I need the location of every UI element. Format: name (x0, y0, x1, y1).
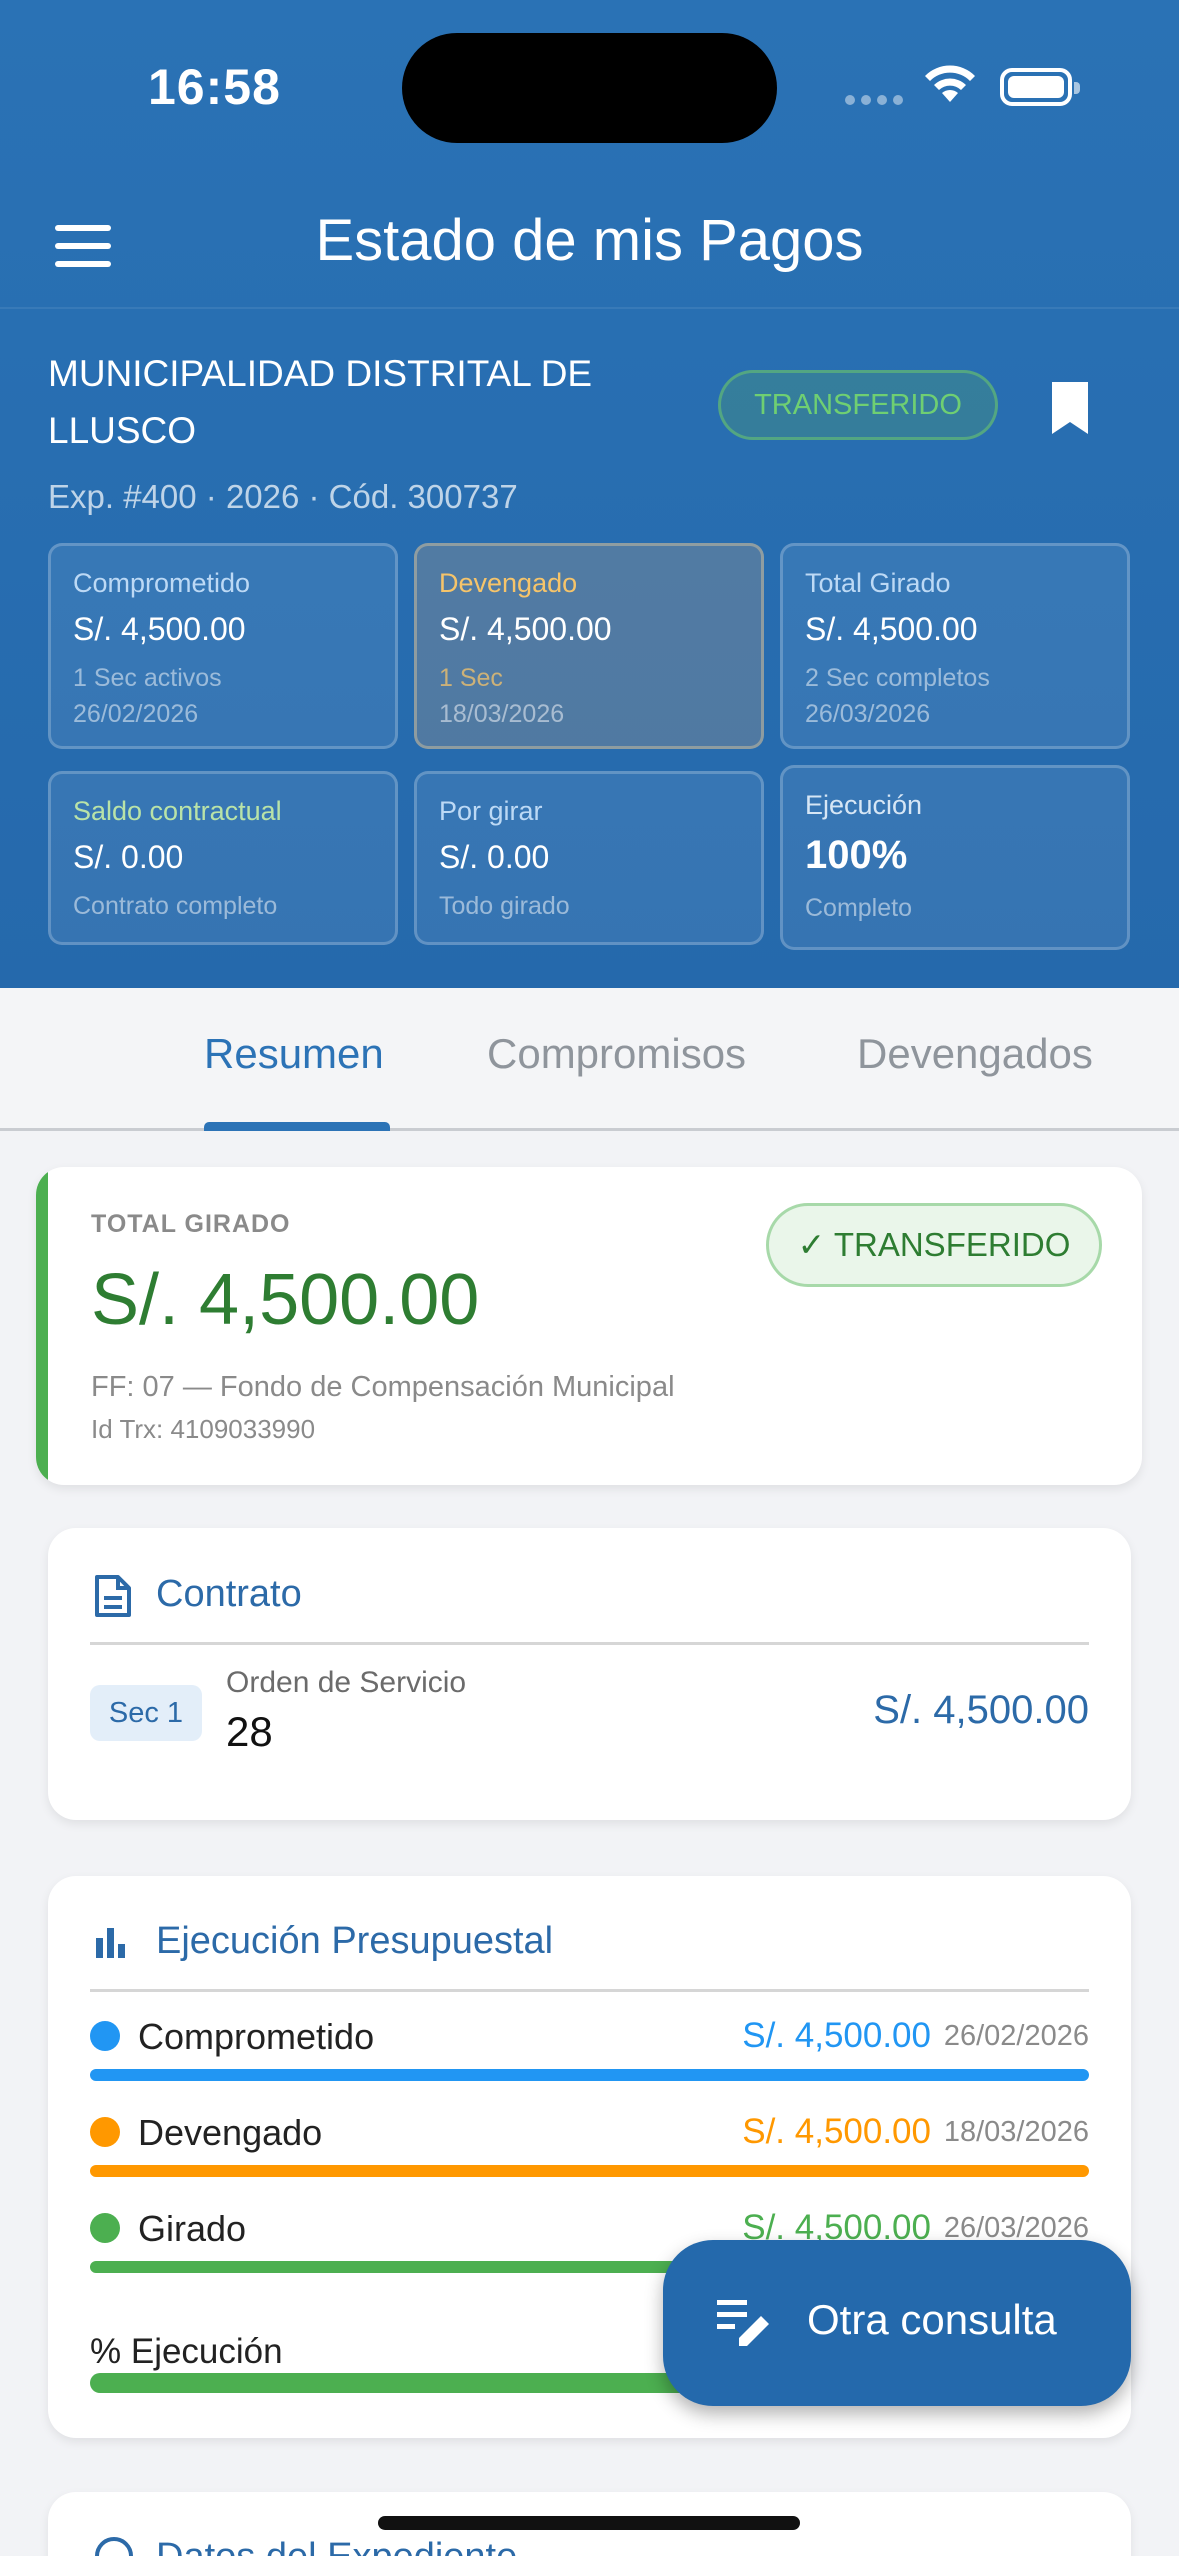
row-label: Girado (138, 2208, 247, 2249)
card-sub: Todo girado (439, 892, 570, 920)
edit-note-icon (717, 2300, 769, 2346)
devengado-dot (90, 2117, 120, 2147)
summary-card-saldo: Saldo contractual S/. 0.00 Contrato comp… (48, 771, 398, 945)
bookmark-icon[interactable] (1050, 382, 1090, 434)
card-label: Comprometido (73, 568, 251, 598)
app-bar: Estado de mis Pagos (0, 185, 1179, 305)
card-value: S/. 4,500.00 (73, 611, 246, 647)
card-sub: 2 Sec completos (805, 664, 990, 692)
card-sub: 1 Sec activos (73, 664, 222, 692)
new-query-button[interactable]: Otra consulta (663, 2240, 1131, 2406)
funding-source: FF: 07 — Fondo de Compensación Municipal (91, 1371, 675, 1403)
card-value: S/. 0.00 (439, 839, 550, 875)
transaction-id: Id Trx: 4109033990 (91, 1414, 316, 1444)
cellular-signal-icon (845, 95, 903, 105)
summary-card-ejecucion: Ejecución 100% Completo (780, 765, 1130, 950)
document-icon (95, 1575, 131, 1617)
card-value: S/. 4,500.00 (805, 611, 978, 647)
card-value: 100% (805, 833, 908, 877)
info-icon (95, 2537, 133, 2556)
card-label: Saldo contractual (73, 796, 282, 826)
card-sub: 1 Sec (439, 664, 503, 692)
entity-name: MUNICIPALIDAD DISTRITAL DE LLUSCO (48, 353, 593, 451)
comprometido-dot (90, 2021, 120, 2051)
card-value: S/. 4,500.00 (439, 611, 612, 647)
battery-icon (1000, 68, 1080, 106)
row-date: 18/03/2026 (943, 2116, 1089, 2148)
card-sub: Completo (805, 894, 912, 922)
summary-card-comprometido: Comprometido S/. 4,500.00 1 Sec activos … (48, 543, 398, 749)
row-amount: S/. 4,500.00 (742, 2016, 931, 2055)
row-label: Comprometido (138, 2016, 375, 2057)
card-label: Por girar (439, 796, 543, 826)
total-label: TOTAL GIRADO (91, 1210, 291, 1238)
tab-devengados[interactable]: Devengados (857, 1030, 1093, 1078)
tab-compromisos[interactable]: Compromisos (487, 1030, 746, 1078)
bar-chart-icon (96, 1928, 125, 1958)
card-label: Total Girado (805, 568, 951, 598)
tab-bar: Resumen Compromisos Devengados (0, 988, 1179, 1131)
order-type: Orden de Servicio (226, 1666, 467, 1699)
card-date: 18/03/2026 (439, 700, 565, 728)
expedient-meta: Exp. #400 · 2026 · Cód. 300737 (48, 478, 518, 515)
execution-percent-label: % Ejecución (90, 2332, 283, 2371)
status-bar: 16:58 (0, 0, 1179, 170)
comprometido-bar (90, 2069, 1089, 2081)
contract-card: Contrato Sec 1 Orden de Servicio 28 S/. … (48, 1528, 1131, 1820)
status-time: 16:58 (148, 59, 281, 115)
sec-badge: Sec 1 (90, 1685, 202, 1741)
card-date: 26/02/2026 (73, 700, 199, 728)
wifi-icon (925, 65, 975, 102)
header-panel: 16:58 Estado de mis Pagos MUNICIPALIDAD … (0, 0, 1179, 988)
tab-indicator (204, 1122, 390, 1131)
summary-card-por-girar: Por girar S/. 0.00 Todo girado (414, 771, 764, 945)
total-girado-card: TOTAL GIRADO S/. 4,500.00 ✓ TRANSFERIDO … (36, 1167, 1142, 1485)
home-indicator[interactable] (378, 2516, 800, 2530)
card-label: Ejecución (805, 790, 923, 820)
total-amount: S/. 4,500.00 (91, 1260, 480, 1340)
row-amount: S/. 4,500.00 (742, 2112, 931, 2151)
status-badge: TRANSFERIDO (718, 370, 998, 440)
execution-title: Ejecución Presupuestal (156, 1920, 554, 1962)
section-divider (90, 1642, 1089, 1645)
summary-card-total-girado: Total Girado S/. 4,500.00 2 Sec completo… (780, 543, 1130, 749)
order-number: 28 (226, 1708, 273, 1755)
card-sub: Contrato completo (73, 892, 278, 920)
header-divider (0, 307, 1179, 309)
row-label: Devengado (138, 2112, 323, 2153)
section-divider (90, 1989, 1089, 1992)
card-value: S/. 0.00 (73, 839, 184, 875)
summary-card-devengado: Devengado S/. 4,500.00 1 Sec 18/03/2026 (414, 543, 764, 749)
card-date: 26/03/2026 (805, 700, 931, 728)
girado-dot (90, 2213, 120, 2243)
fab-label: Otra consulta (807, 2296, 1057, 2343)
contract-title: Contrato (156, 1573, 302, 1615)
accent-bar (36, 1167, 48, 1485)
expedient-data-title: Datos del Expediente (156, 2536, 517, 2556)
transfer-status-badge: ✓ TRANSFERIDO (766, 1203, 1102, 1287)
devengado-bar (90, 2165, 1089, 2177)
card-label: Devengado (439, 568, 578, 598)
dynamic-island (402, 33, 777, 143)
tab-resumen[interactable]: Resumen (204, 1030, 384, 1078)
row-date: 26/02/2026 (943, 2020, 1089, 2052)
page-title: Estado de mis Pagos (315, 208, 864, 273)
order-amount: S/. 4,500.00 (873, 1688, 1089, 1732)
